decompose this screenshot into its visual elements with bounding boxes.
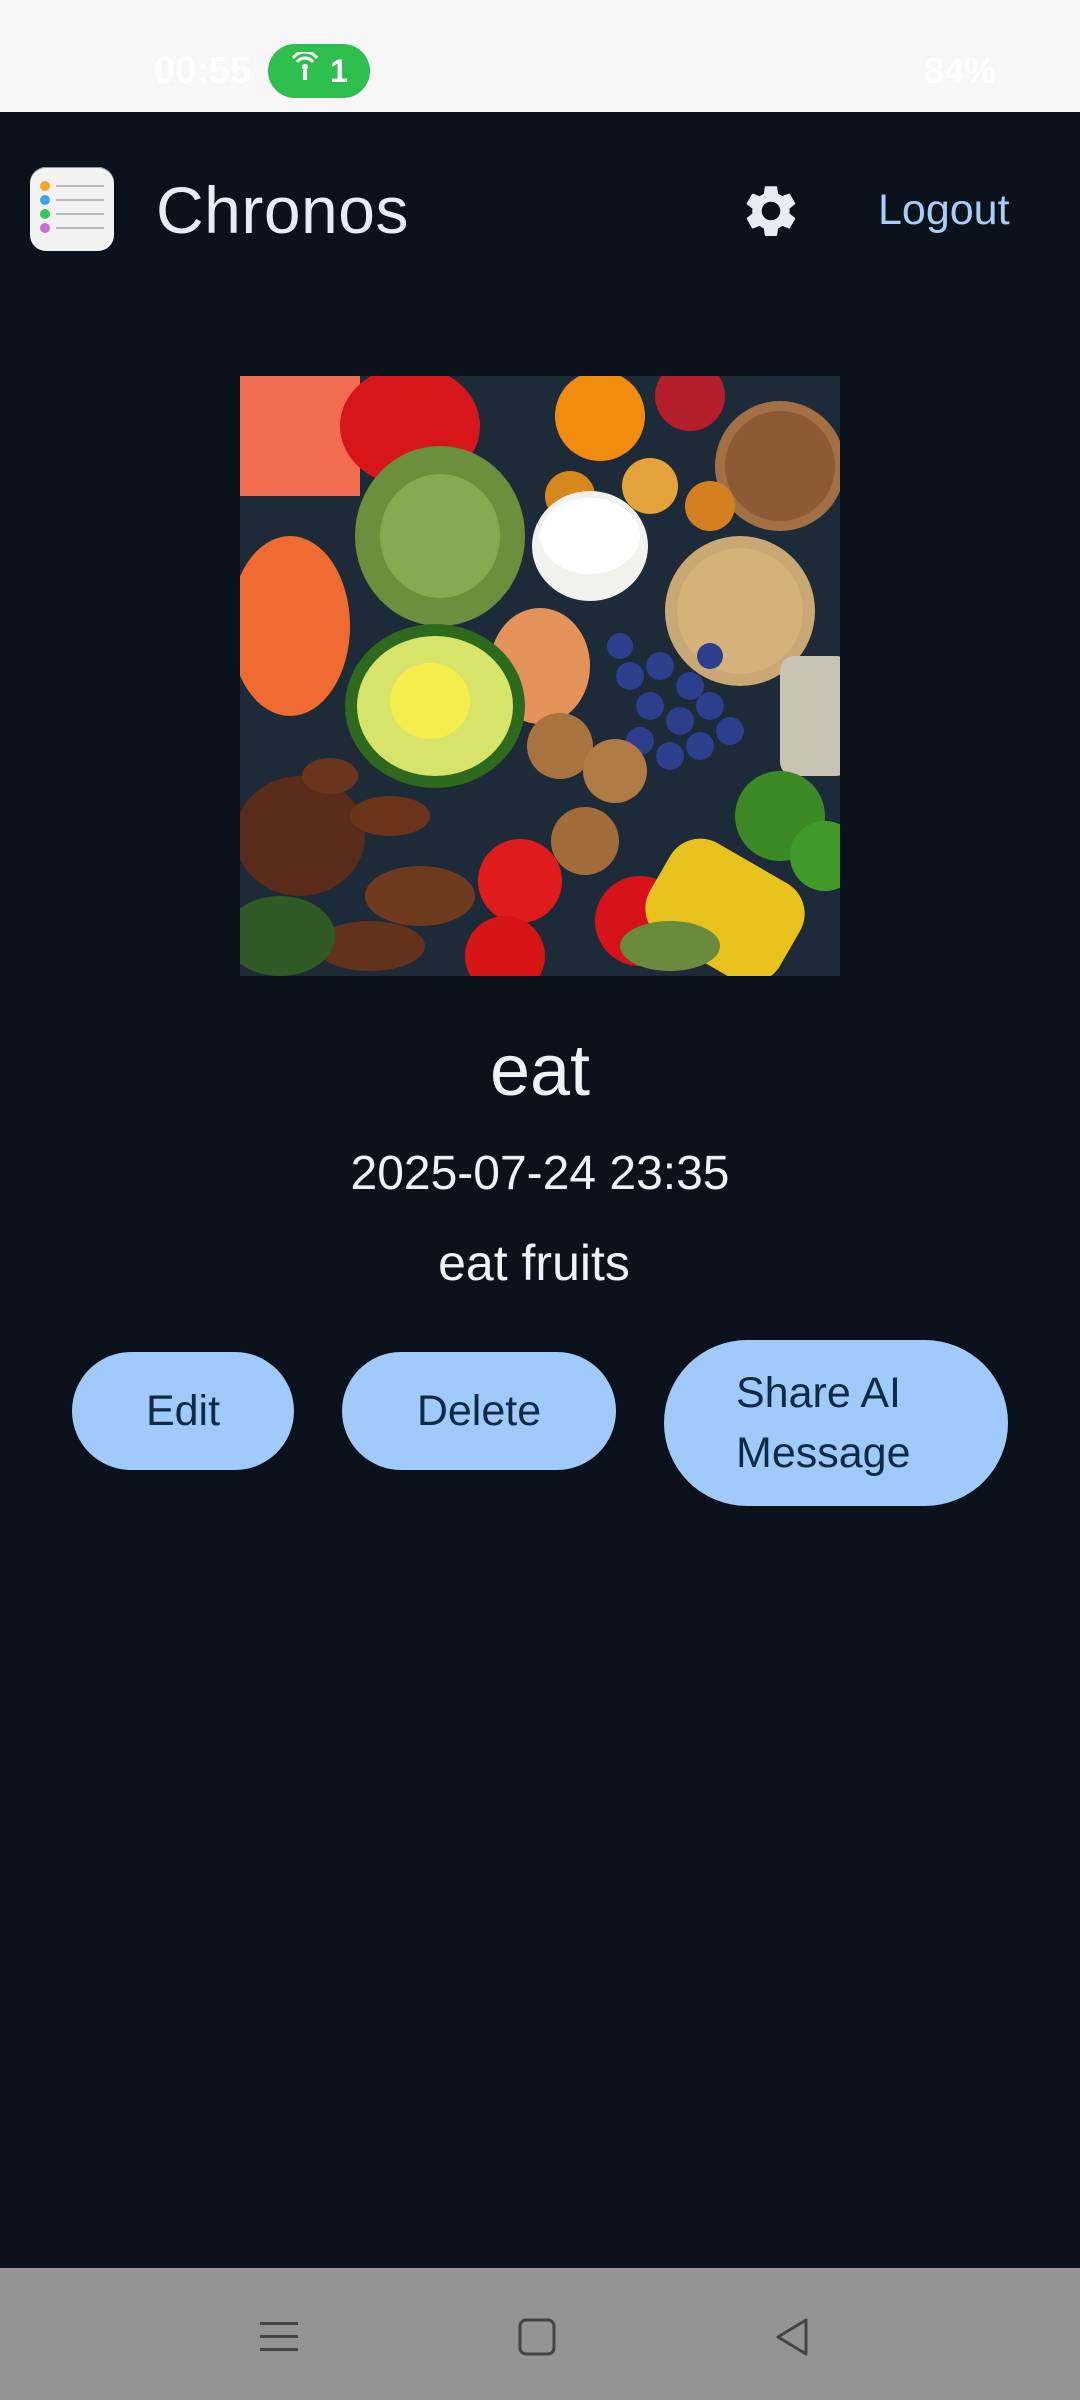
- app-title: Chronos: [156, 173, 409, 247]
- share-label-line2: Message: [736, 1429, 911, 1477]
- entry-title: eat: [489, 1031, 591, 1111]
- share-button-label: Share AI Message: [736, 1363, 910, 1483]
- entry-image: [240, 376, 840, 976]
- entry-description: eat fruits: [438, 1235, 630, 1291]
- system-nav-bar: [0, 2268, 1080, 2400]
- status-time: 00:55: [154, 50, 252, 92]
- app-logo-icon: [30, 167, 114, 251]
- hotspot-count: 1: [330, 52, 348, 89]
- entry-datetime: 2025-07-24 23:35: [350, 1147, 730, 1200]
- menu-icon[interactable]: [252, 2310, 306, 2364]
- gear-icon[interactable]: [740, 180, 802, 242]
- hotspot-pill: 1: [268, 44, 370, 98]
- status-bar: 00:55 1 84%: [0, 0, 1080, 112]
- share-ai-message-button[interactable]: Share AI Message: [664, 1340, 1008, 1506]
- share-label-line1: Share AI: [736, 1369, 901, 1417]
- back-triangle-icon[interactable]: [766, 2310, 820, 2364]
- square-icon[interactable]: [510, 2310, 564, 2364]
- delete-button[interactable]: Delete: [342, 1352, 616, 1470]
- logout-link[interactable]: Logout: [878, 186, 1010, 235]
- battery-level: 84%: [923, 50, 996, 91]
- hotspot-icon: [290, 50, 320, 90]
- app-bar: Chronos Logout: [0, 112, 1080, 302]
- edit-button[interactable]: Edit: [72, 1352, 294, 1470]
